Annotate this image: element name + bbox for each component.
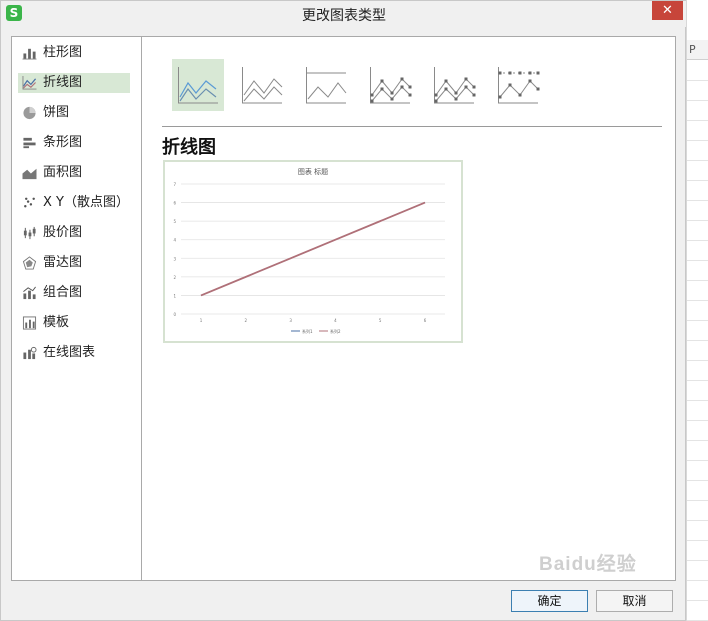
y-tick-label: 6 (173, 201, 176, 206)
sidebar-item-label: 模板 (43, 315, 70, 330)
cancel-button[interactable]: 取消 (596, 590, 673, 612)
y-tick-label: 7 (173, 182, 176, 187)
dialog-title: 更改图表类型 (302, 8, 386, 24)
sidebar-item-template[interactable]: 模板 (18, 313, 130, 333)
sidebar-item-area-chart[interactable]: 面积图 (18, 163, 130, 183)
subtype-stacked-line-icon[interactable] (236, 59, 288, 111)
preview-chart-svg: 图表 标题 0 1 2 3 4 5 6 7 1 2 3 4 5 6 系列1 系列2 (173, 167, 445, 334)
grid-row-line (687, 180, 708, 181)
grid-row-line (687, 100, 708, 101)
grid-row-line (687, 80, 708, 81)
sidebar-item-label: 饼图 (43, 105, 70, 120)
preview-chart-title: 图表 标题 (298, 167, 328, 176)
grid-row-line (687, 200, 708, 201)
stock-chart-icon (22, 226, 37, 240)
grid-row-line (687, 240, 708, 241)
grid-row-line (687, 580, 708, 581)
area-chart-icon (22, 166, 37, 180)
grid-row-line (687, 320, 708, 321)
grid-row-line (687, 120, 708, 121)
x-tick-label: 6 (424, 318, 427, 323)
sidebar-item-label: 雷达图 (43, 255, 83, 270)
subtype-percent-stacked-line-icon[interactable] (300, 59, 352, 111)
grid-row-line (687, 540, 708, 541)
close-button[interactable]: ✕ (652, 1, 683, 20)
y-tick-label: 2 (173, 275, 176, 280)
subtype-line-icon[interactable] (172, 59, 224, 111)
chart-type-heading: 折线图 (162, 137, 216, 158)
sidebar-item-column-chart[interactable]: 柱形图 (18, 43, 130, 63)
bar-chart-icon (22, 136, 37, 150)
sidebar-item-label: 股价图 (43, 225, 83, 240)
sidebar-item-label: 在线图表 (43, 345, 96, 360)
x-tick-label: 5 (379, 318, 382, 323)
sidebar-item-label: 组合图 (43, 285, 83, 300)
subtype-line-with-markers-icon[interactable] (364, 59, 416, 111)
template-icon (22, 316, 37, 330)
sidebar-item-label: 面积图 (43, 165, 83, 180)
chart-preview: 图表 标题 0 1 2 3 4 5 6 7 1 2 3 4 5 6 系列1 系列2 (163, 160, 463, 343)
title-bar[interactable]: S 更改图表类型 ✕ (1, 1, 687, 27)
grid-row-line (687, 520, 708, 521)
scatter-chart-icon (22, 196, 37, 210)
sidebar-item-bar-chart[interactable]: 条形图 (18, 133, 130, 153)
subtype-percent-stacked-line-with-markers-icon[interactable] (492, 59, 544, 111)
grid-row-line (687, 300, 708, 301)
grid-row-line (687, 460, 708, 461)
sidebar-item-scatter-chart[interactable]: X Y（散点图） (18, 193, 130, 213)
grid-row-line (687, 600, 708, 601)
grid-row-line (687, 360, 708, 361)
ok-button[interactable]: 确定 (511, 590, 588, 612)
x-tick-label: 4 (334, 318, 337, 323)
sidebar-item-pie-chart[interactable]: 饼图 (18, 103, 130, 123)
grid-row-line (687, 500, 708, 501)
y-tick-label: 5 (173, 219, 176, 224)
grid-row-line (687, 420, 708, 421)
x-tick-label: 1 (200, 318, 203, 323)
y-tick-label: 1 (173, 293, 176, 298)
grid-row-line (687, 440, 708, 441)
watermark-text: Baidu经验 (539, 554, 637, 575)
x-tick-label: 2 (245, 318, 248, 323)
column-chart-icon (22, 46, 37, 60)
online-chart-icon (22, 346, 37, 360)
grid-row-line (687, 380, 708, 381)
y-tick-label: 3 (173, 256, 176, 261)
grid-row-line (687, 260, 708, 261)
sidebar-item-combo-chart[interactable]: 组合图 (18, 283, 130, 303)
content-panel: 柱形图 折线图 饼图 条形图 面积图 X Y（散点图） 股价图 雷达图 组合图 模板 在线图表 折线… (11, 36, 676, 581)
sidebar-item-label: 折线图 (43, 75, 83, 90)
subtype-stacked-line-with-markers-icon[interactable] (428, 59, 480, 111)
sidebar-item-stock-chart[interactable]: 股价图 (18, 223, 130, 243)
sidebar-item-line-chart[interactable]: 折线图 (18, 73, 130, 93)
grid-row-line (687, 400, 708, 401)
grid-row-line (687, 480, 708, 481)
legend-label: 系列1 (302, 328, 313, 334)
grid-row-line (687, 160, 708, 161)
grid-row-line (687, 220, 708, 221)
series-line-2 (200, 201, 426, 297)
grid-row-line (687, 340, 708, 341)
sidebar-item-online-chart[interactable]: 在线图表 (18, 343, 130, 363)
line-chart-icon (22, 76, 37, 90)
column-header-p: P (687, 40, 708, 60)
spreadsheet-background-strip: P (686, 0, 708, 621)
y-tick-label: 0 (173, 312, 176, 317)
grid-row-line (687, 560, 708, 561)
combo-chart-icon (22, 286, 37, 300)
grid-row-line (687, 140, 708, 141)
y-tick-label: 4 (173, 238, 176, 243)
sidebar-item-label: 柱形图 (43, 45, 83, 60)
chart-type-sidebar: 柱形图折线图饼图条形图面积图 X Y（散点图） 股价图雷达图组合图模板在线图表 (12, 37, 142, 580)
sidebar-item-radar-chart[interactable]: 雷达图 (18, 253, 130, 273)
radar-chart-icon (22, 256, 37, 270)
sidebar-item-label: X Y（散点图） (43, 195, 129, 210)
legend-label: 系列2 (330, 328, 341, 334)
pie-chart-icon (22, 106, 37, 120)
grid-row-line (687, 280, 708, 281)
divider (162, 126, 662, 127)
x-tick-label: 3 (289, 318, 292, 323)
change-chart-type-dialog: S 更改图表类型 ✕ 柱形图 折线图 饼图 条形图 面积图 X Y（散点图） 股价图 雷达图组… (0, 0, 687, 621)
sidebar-item-label: 条形图 (43, 135, 83, 150)
